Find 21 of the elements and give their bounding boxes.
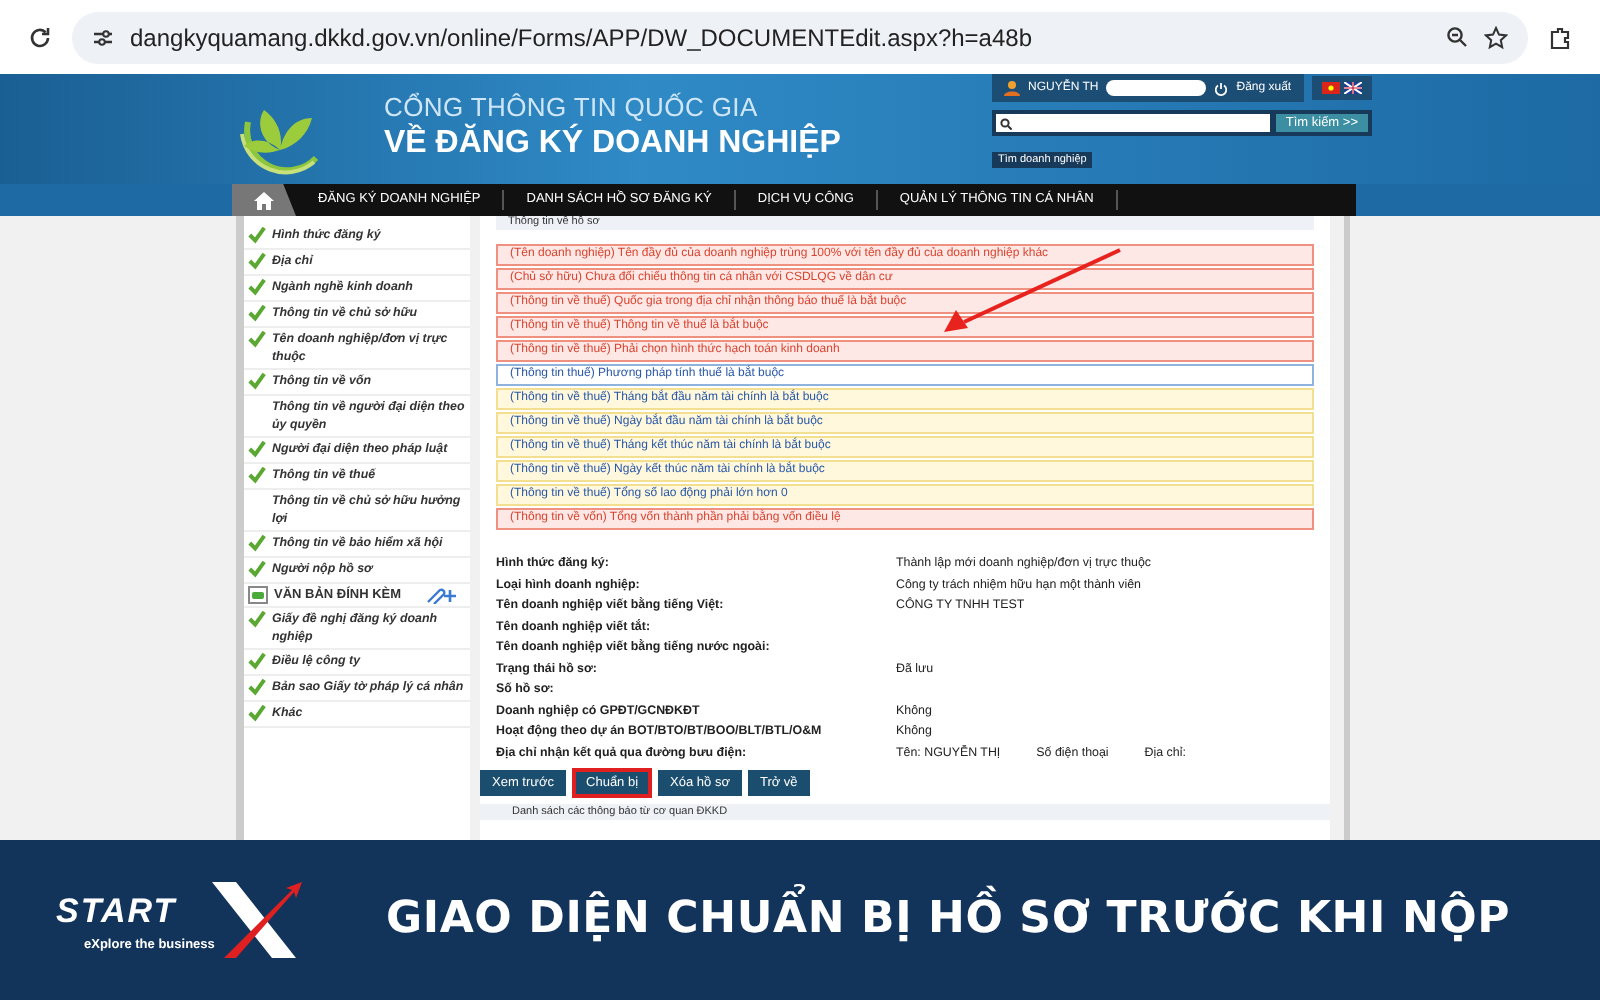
- attach-add-icon[interactable]: [423, 586, 456, 604]
- brand-logo-text: START: [56, 892, 177, 932]
- reload-icon[interactable]: [28, 25, 52, 49]
- home-icon: [254, 191, 274, 209]
- vietnam-flag-icon[interactable]: [1321, 82, 1340, 94]
- x-logo-drawing: [212, 878, 308, 962]
- search-icon: [1000, 117, 1012, 129]
- url-text: dangkyquamang.dkkd.gov.vn/online/Forms/APP/DW_DOCUMENTEdit.aspx?h=a48b: [130, 23, 1034, 51]
- star-icon[interactable]: [1484, 25, 1508, 49]
- home-tab[interactable]: [232, 184, 296, 216]
- redaction-mark: [1106, 80, 1207, 96]
- portal-subtitle: CỔNG THÔNG TIN QUỐC GIA: [384, 92, 760, 122]
- address-bar[interactable]: dangkyquamang.dkkd.gov.vn/online/Forms/APP/DW_DOCUMENTEdit.aspx?h=a48b: [72, 11, 1528, 63]
- uk-flag-icon[interactable]: [1343, 82, 1362, 94]
- power-icon[interactable]: [1214, 81, 1229, 95]
- user-icon: [1004, 80, 1020, 96]
- puzzle-icon[interactable]: [1548, 25, 1572, 49]
- zoom-icon[interactable]: [1446, 26, 1468, 48]
- portal-title: VỀ ĐĂNG KÝ DOANH NGHIỆP: [384, 126, 841, 162]
- site-settings-icon[interactable]: [92, 27, 114, 47]
- search-field[interactable]: [996, 114, 1270, 132]
